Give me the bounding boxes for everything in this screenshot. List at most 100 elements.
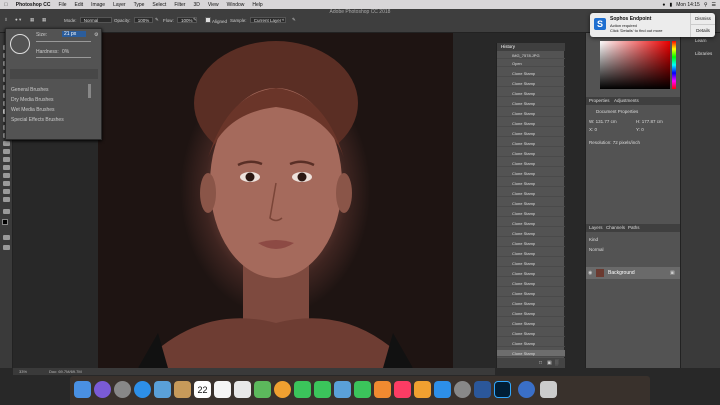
history-state-row[interactable]: Clone Stamp <box>497 80 565 87</box>
apple-icon[interactable]:  <box>0 2 12 8</box>
more-tools-icon[interactable] <box>3 209 10 214</box>
history-state-row[interactable]: Clone Stamp <box>497 150 565 157</box>
menu-window[interactable]: Window <box>223 2 249 8</box>
history-state-row[interactable]: Clone Stamp <box>497 180 565 187</box>
menu-image[interactable]: Image <box>87 2 109 8</box>
pen-tool-icon[interactable] <box>3 157 10 162</box>
hand-tool-icon[interactable] <box>3 189 10 194</box>
battery-icon[interactable]: ▮ <box>669 2 672 8</box>
width-value[interactable]: W: 131.77 cm <box>589 119 617 124</box>
layer-row-background[interactable]: ◉ Background ▣ <box>586 267 680 279</box>
new-document-icon[interactable]: □ <box>539 360 542 366</box>
hardness-field[interactable]: 0% <box>62 49 69 55</box>
hue-slider[interactable] <box>672 41 676 89</box>
history-state-row[interactable]: Clone Stamp <box>497 200 565 207</box>
tab-layers[interactable]: Layers <box>589 225 603 230</box>
toggle-clone-source-icon[interactable]: ▦ <box>42 17 46 23</box>
history-state-row[interactable]: Clone Stamp <box>497 280 565 287</box>
mode-select[interactable]: Normal <box>79 17 112 23</box>
maps-icon[interactable] <box>254 381 271 398</box>
app-store-icon[interactable] <box>434 381 451 398</box>
finder-icon[interactable] <box>74 381 91 398</box>
photoshop-icon[interactable] <box>494 381 511 398</box>
folder-general-brushes[interactable]: General Brushes <box>11 87 49 93</box>
numbers-icon[interactable] <box>354 381 371 398</box>
eye-icon[interactable]: ◉ <box>588 270 592 276</box>
details-button[interactable]: Details <box>690 25 715 37</box>
menu-select[interactable]: Select <box>148 2 170 8</box>
clock[interactable]: Mon 14:15 <box>676 2 700 8</box>
menu-filter[interactable]: Filter <box>170 2 189 8</box>
notes-icon[interactable] <box>214 381 231 398</box>
history-state-row[interactable]: Clone Stamp <box>497 290 565 297</box>
history-state-row[interactable]: Clone Stamp <box>497 160 565 167</box>
menu-app[interactable]: Photoshop CC <box>12 2 55 8</box>
menu-edit[interactable]: Edit <box>71 2 88 8</box>
history-state-row[interactable]: Clone Stamp <box>497 230 565 237</box>
brush-list-scrollbar[interactable] <box>88 84 91 98</box>
sample-select[interactable]: Current Layer <box>249 17 286 23</box>
blur-tool-icon[interactable] <box>3 141 10 146</box>
hardness-slider[interactable] <box>36 57 91 58</box>
history-state-row[interactable]: Open <box>497 60 565 67</box>
portrait-photo[interactable] <box>98 33 453 368</box>
aligned-checkbox[interactable] <box>205 17 211 23</box>
dismiss-button[interactable]: Dismiss <box>690 13 715 25</box>
history-state-row[interactable]: Clone Stamp <box>497 120 565 127</box>
history-state-row[interactable]: Clone Stamp <box>497 350 565 357</box>
camera-snapshot-icon[interactable]: ▣ <box>547 360 552 366</box>
type-tool-icon[interactable] <box>3 165 10 170</box>
folder-special-effects-brushes[interactable]: Special Effects Brushes <box>11 117 64 123</box>
mail-icon[interactable] <box>154 381 171 398</box>
itunes-icon[interactable] <box>394 381 411 398</box>
photos-icon[interactable] <box>274 381 291 398</box>
dodge-tool-icon[interactable] <box>3 149 10 154</box>
blend-mode-select[interactable]: Normal <box>589 247 604 252</box>
tab-channels[interactable]: Channels <box>606 225 625 230</box>
history-state-row[interactable]: Clone Stamp <box>497 300 565 307</box>
keynote-icon[interactable] <box>334 381 351 398</box>
history-state-row[interactable]: Clone Stamp <box>497 310 565 317</box>
menu-3d[interactable]: 3D <box>189 2 203 8</box>
learn-panel-button[interactable]: Learn <box>695 38 707 43</box>
quick-mask-icon[interactable] <box>3 235 10 240</box>
history-state-row[interactable]: Clone Stamp <box>497 100 565 107</box>
history-state-row[interactable]: Clone Stamp <box>497 240 565 247</box>
foreground-color-swatch[interactable] <box>2 219 8 225</box>
history-snapshot[interactable]: IMG_7578.JPG <box>497 52 565 59</box>
tab-adjustments[interactable]: Adjustments <box>614 98 639 103</box>
history-state-row[interactable]: Clone Stamp <box>497 140 565 147</box>
folder-wet-media-brushes[interactable]: Wet Media Brushes <box>11 107 55 113</box>
history-state-row[interactable]: Clone Stamp <box>497 190 565 197</box>
menu-help[interactable]: Help <box>248 2 266 8</box>
menu-file[interactable]: File <box>54 2 70 8</box>
layer-kind-filter[interactable]: Kind <box>589 237 598 242</box>
search-icon[interactable]: ⚲ <box>704 2 708 8</box>
height-value[interactable]: H: 177.87 cm <box>636 119 663 124</box>
facetime-icon[interactable] <box>314 381 331 398</box>
history-state-row[interactable]: Clone Stamp <box>497 90 565 97</box>
history-state-row[interactable]: Clone Stamp <box>497 110 565 117</box>
wifi-icon[interactable]: ● <box>662 2 665 8</box>
menu-layer[interactable]: Layer <box>109 2 130 8</box>
history-state-row[interactable]: Clone Stamp <box>497 320 565 327</box>
history-state-row[interactable]: Clone Stamp <box>497 220 565 227</box>
x-value[interactable]: X: 0 <box>589 127 597 132</box>
tab-properties[interactable]: Properties <box>589 98 610 103</box>
history-state-row[interactable]: Clone Stamp <box>497 170 565 177</box>
menu-list-icon[interactable]: ☰ <box>712 2 716 8</box>
history-state-row[interactable]: Clone Stamp <box>497 250 565 257</box>
folder-dry-media-brushes[interactable]: Dry Media Brushes <box>11 97 54 103</box>
menu-view[interactable]: View <box>204 2 223 8</box>
ibooks-icon[interactable] <box>414 381 431 398</box>
zoom-tool-icon[interactable] <box>3 197 10 202</box>
opacity-field[interactable]: 100% <box>133 17 154 23</box>
history-state-row[interactable]: Clone Stamp <box>497 330 565 337</box>
recent-brushes-row[interactable] <box>10 69 98 79</box>
sophos-notification[interactable]: S Sophos Endpoint Action required Click … <box>590 13 715 37</box>
clone-stamp-tool-icon[interactable]: ♗ <box>4 17 8 23</box>
trash-icon[interactable]: ░ <box>555 360 559 366</box>
airbrush-icon[interactable]: ✎ <box>193 17 197 23</box>
panel-settings-gear-icon[interactable]: ⚙ <box>94 32 98 38</box>
brush-angle-preview[interactable] <box>10 34 30 54</box>
